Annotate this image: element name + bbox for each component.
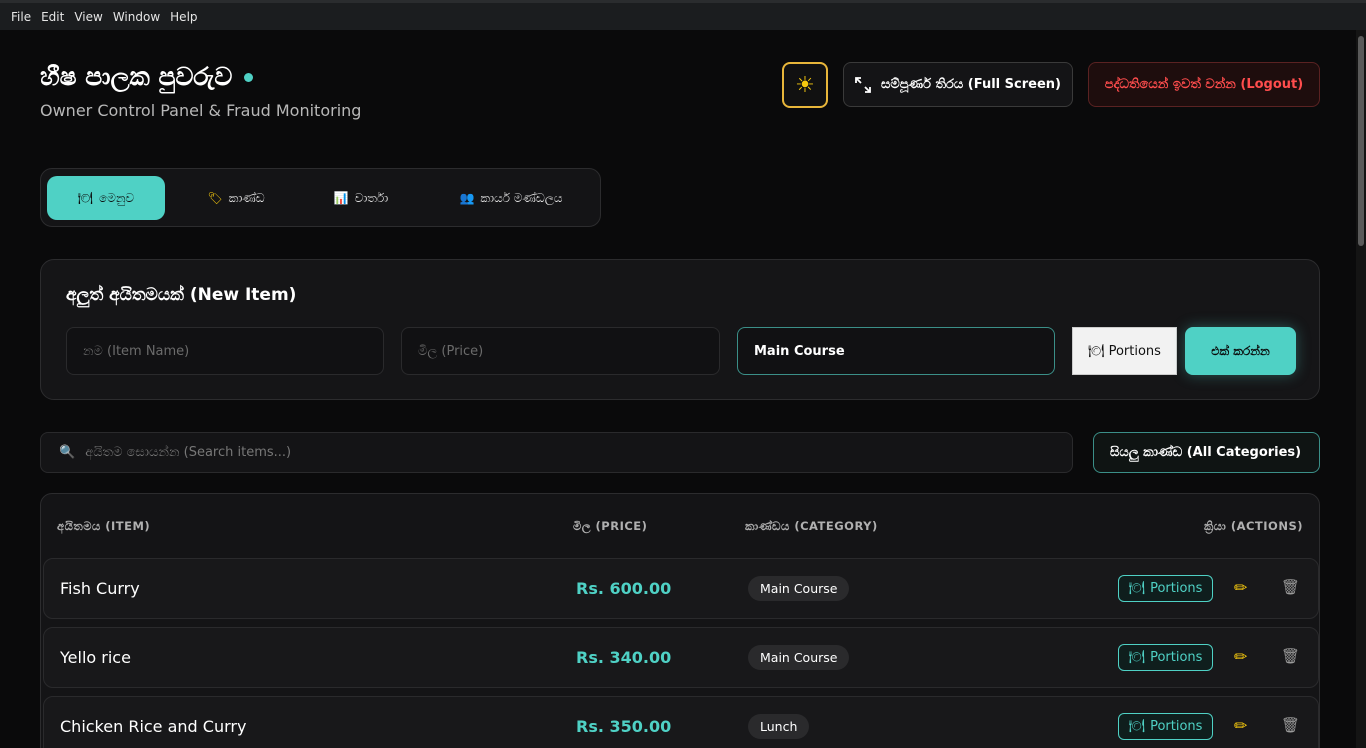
menu-icon: 🍽 (1128, 719, 1146, 734)
tab-staff-label: කාර්ය මණ්ඩලය (480, 190, 563, 205)
fullscreen-label: සම්පූර්ණ තිරය (Full Screen) (881, 77, 1061, 92)
category-badge: Lunch (748, 714, 810, 739)
category-badge: Main Course (748, 576, 850, 601)
main-tabs: 🍽 මෙනුව 🏷 කාණ්ඩ 📊 වාර්තා 👥 කාර්ය මණ්ඩලය (40, 168, 601, 227)
app-menubar: File Edit View Window Help (0, 0, 1366, 30)
menu-icon: 🍽 (1128, 650, 1146, 665)
menu-items-table: අයිතමය (ITEM) මිල (PRICE) කාණ්ඩය (CATEGO… (40, 493, 1320, 748)
tab-categories[interactable]: 🏷 කාණ්ඩ (181, 176, 291, 220)
item-price-input[interactable]: මිල (Price) (401, 327, 720, 375)
page-title: හීෂ පාලක පුවරුව (40, 62, 254, 92)
row-portions-label: Portions (1150, 650, 1203, 665)
menu-icon: 🍽 (1088, 343, 1105, 359)
new-item-title: අලුත් අයිතමයක් (New Item) (66, 285, 297, 305)
search-placeholder: අයිතම සොයන්න (Search items...) (85, 445, 292, 460)
menu-view[interactable]: View (69, 10, 107, 24)
tab-reports[interactable]: 📊 වාර්තා (306, 176, 416, 220)
trash-icon[interactable]: 🗑 (1281, 716, 1300, 734)
search-icon: 🔍 (59, 445, 76, 460)
tag-icon: 🏷 (207, 191, 223, 205)
row-portions-button[interactable]: 🍽 Portions (1118, 644, 1213, 671)
sun-icon: ☀ (795, 72, 815, 98)
table-row: Chicken Rice and Curry Rs. 350.00 Lunch … (43, 696, 1319, 748)
menu-file[interactable]: File (6, 10, 36, 24)
tab-reports-label: වාර්තා (354, 190, 389, 205)
row-portions-button[interactable]: 🍽 Portions (1118, 575, 1213, 602)
item-price-placeholder: මිල (Price) (418, 343, 484, 359)
category-filter-select[interactable]: සියලු කාණ්ඩ (All Categories) (1093, 432, 1320, 473)
item-price: Rs. 350.00 (576, 717, 672, 736)
add-item-button[interactable]: එක් කරන්න (1185, 327, 1296, 375)
menu-icon: 🍽 (1128, 581, 1146, 596)
page-title-text: හීෂ පාලක පුවරුව (40, 62, 233, 91)
trash-icon[interactable]: 🗑 (1281, 578, 1300, 596)
item-name: Fish Curry (60, 579, 140, 598)
theme-toggle-button[interactable]: ☀ (782, 62, 828, 108)
logout-button[interactable]: පද්ධතියෙන් ඉවත් වන්න (Logout) (1088, 62, 1320, 107)
staff-icon: 👥 (459, 191, 475, 205)
fullscreen-button[interactable]: සම්පූර්ණ තිරය (Full Screen) (843, 62, 1073, 107)
edit-icon[interactable]: ✏ (1234, 716, 1247, 735)
tab-menu-label: මෙනුව (99, 190, 135, 205)
item-price: Rs. 340.00 (576, 648, 672, 667)
row-portions-label: Portions (1150, 719, 1203, 734)
tab-menu[interactable]: 🍽 මෙනුව (47, 176, 165, 220)
menu-icon: 🍽 (77, 191, 94, 205)
status-dot-icon (244, 72, 254, 82)
expand-icon (855, 76, 871, 93)
menu-help[interactable]: Help (165, 10, 202, 24)
portions-button[interactable]: 🍽 Portions (1072, 327, 1177, 375)
item-name: Yello rice (60, 648, 131, 667)
tab-staff[interactable]: 👥 කාර්ය මණ්ඩලය (436, 176, 586, 220)
page-subtitle: Owner Control Panel & Fraud Monitoring (40, 101, 362, 120)
trash-icon[interactable]: 🗑 (1281, 647, 1300, 665)
item-category-value: Main Course (754, 343, 845, 359)
search-input[interactable]: 🔍 අයිතම සොයන්න (Search items...) (40, 432, 1073, 473)
header-actions: ක්‍රියා (ACTIONS) (1203, 519, 1303, 533)
scrollbar-thumb[interactable] (1358, 36, 1364, 246)
item-name-input[interactable]: නම (Item Name) (66, 327, 384, 375)
add-item-label: එක් කරන්න (1211, 343, 1270, 358)
header-item: අයිතමය (ITEM) (57, 519, 151, 533)
page-scrollbar[interactable] (1356, 30, 1366, 748)
item-category-select[interactable]: Main Course (737, 327, 1055, 375)
menu-window[interactable]: Window (108, 10, 165, 24)
row-portions-button[interactable]: 🍽 Portions (1118, 713, 1213, 740)
chart-icon: 📊 (333, 191, 349, 205)
tab-categories-label: කාණ්ඩ (228, 190, 265, 205)
header-price: මිල (PRICE) (573, 519, 648, 533)
category-badge: Main Course (748, 645, 850, 670)
logout-label: පද්ධතියෙන් ඉවත් වන්න (Logout) (1104, 77, 1304, 92)
table-row: Yello rice Rs. 340.00 Main Course 🍽 Port… (43, 627, 1319, 688)
edit-icon[interactable]: ✏ (1234, 647, 1247, 666)
table-row: Fish Curry Rs. 600.00 Main Course 🍽 Port… (43, 558, 1319, 619)
item-name: Chicken Rice and Curry (60, 717, 247, 736)
category-filter-value: සියලු කාණ්ඩ (All Categories) (1110, 445, 1302, 460)
row-portions-label: Portions (1150, 581, 1203, 596)
item-price: Rs. 600.00 (576, 579, 672, 598)
header-category: කාණ්ඩය (CATEGORY) (745, 519, 878, 533)
item-name-placeholder: නම (Item Name) (83, 343, 190, 359)
edit-icon[interactable]: ✏ (1234, 578, 1247, 597)
new-item-card: අලුත් අයිතමයක් (New Item) නම (Item Name)… (40, 259, 1320, 400)
menu-edit[interactable]: Edit (36, 10, 69, 24)
portions-label: Portions (1108, 343, 1161, 359)
